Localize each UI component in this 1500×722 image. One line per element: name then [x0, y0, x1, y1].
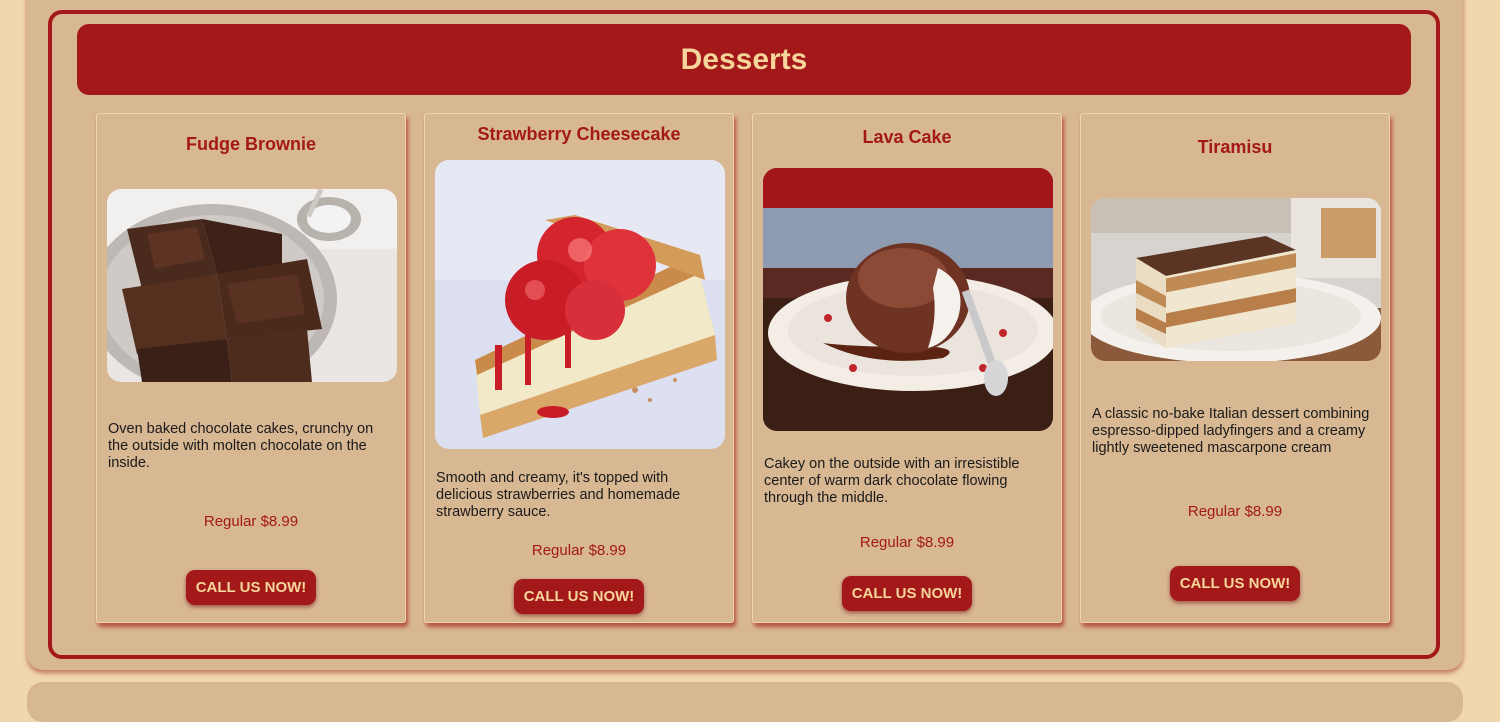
call-us-button[interactable]: CALL US NOW! [514, 579, 644, 614]
card-title: Tiramisu [1197, 137, 1273, 157]
next-section-panel [27, 682, 1463, 722]
menu-card-strawberry-cheesecake: Strawberry Cheesecake Smooth and creamy,… [424, 113, 734, 623]
tiramisu-image [1091, 198, 1381, 361]
call-us-button[interactable]: CALL US NOW! [186, 570, 316, 605]
menu-card-fudge-brownie: Fudge Brownie Oven baked chocolate cakes… [96, 113, 406, 623]
card-title: Lava Cake [862, 127, 952, 147]
section-header: Desserts [77, 24, 1411, 95]
card-description: Cakey on the outside with an irresistibl… [764, 456, 1020, 506]
lava-cake-image [763, 168, 1053, 431]
card-description: Oven baked chocolate cakes, crunchy on t… [108, 421, 374, 471]
card-title: Strawberry Cheesecake [477, 124, 681, 144]
card-price: Regular $8.99 [531, 542, 627, 559]
card-price: Regular $8.99 [203, 513, 299, 530]
call-us-button[interactable]: CALL US NOW! [1170, 566, 1300, 601]
card-title: Fudge Brownie [186, 134, 316, 154]
section-title: Desserts [680, 42, 808, 76]
card-description: Smooth and creamy, it's topped with deli… [436, 470, 681, 520]
menu-card-tiramisu: Tiramisu A classic no-bake Italian desse… [1080, 113, 1390, 623]
card-price: Regular $8.99 [859, 534, 955, 551]
card-description: A classic no-bake Italian dessert combin… [1092, 406, 1370, 456]
card-price: Regular $8.99 [1187, 503, 1283, 520]
call-us-button[interactable]: CALL US NOW! [842, 576, 972, 611]
cheesecake-image [435, 160, 725, 449]
brownie-image [107, 189, 397, 382]
menu-card-lava-cake: Lava Cake Cakey on the outside with an i… [752, 113, 1062, 623]
